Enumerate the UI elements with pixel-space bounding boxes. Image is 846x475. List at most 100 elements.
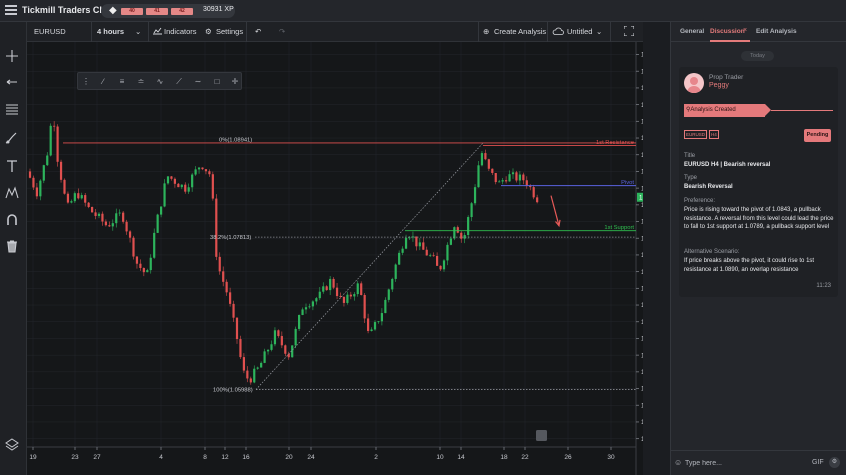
candle-body: [491, 168, 494, 173]
close-icon[interactable]: ×: [743, 27, 747, 34]
candle-body: [28, 171, 32, 178]
candle-body: [439, 265, 442, 270]
crosshair-icon[interactable]: [4, 48, 20, 64]
candle-body: [473, 187, 477, 204]
create-analysis-button[interactable]: Create Analysis: [494, 27, 546, 36]
candle-body: [525, 180, 528, 186]
candle-body: [73, 193, 76, 202]
candle-body: [367, 318, 370, 332]
candle-body: [146, 270, 149, 273]
trend-line-icon[interactable]: ∕: [97, 76, 109, 88]
chevron-down-icon[interactable]: ⌄: [135, 27, 141, 36]
tab-discussion[interactable]: Discussion: [710, 28, 745, 35]
x-tick-label: 14: [457, 454, 465, 461]
candle-body: [84, 195, 87, 203]
candle-body: [87, 202, 90, 207]
indicators-icon[interactable]: [153, 27, 162, 37]
analysis-panel: General Discussion × Edit Analysis Today…: [670, 22, 846, 475]
horizontal-lines-icon[interactable]: [4, 101, 20, 117]
cloud-icon[interactable]: [552, 27, 564, 37]
type-label: Type: [684, 175, 698, 181]
y-tick-label: 1.09200: [641, 119, 643, 126]
magnet-icon[interactable]: [4, 212, 20, 228]
candle-body: [170, 176, 173, 179]
candle-body: [160, 206, 163, 215]
app-title: Tickmill Traders Club: [22, 5, 113, 15]
settings-icon[interactable]: ⚙: [205, 27, 212, 36]
arrow-line-icon[interactable]: [4, 74, 20, 90]
tab-general[interactable]: General: [680, 28, 704, 35]
author-role: Prop Trader: [709, 74, 744, 81]
candle-body: [191, 174, 194, 188]
gif-button[interactable]: GIF: [812, 459, 824, 466]
chart-canvas[interactable]: 1.10000 1.09800 1.09600 1.09400 1.09200 1.090…: [27, 42, 643, 475]
toolbar-divider: [610, 22, 611, 42]
alternative-label: Alternative Scenario:: [684, 249, 740, 255]
brush-icon[interactable]: ∼: [192, 76, 204, 88]
rectangle-icon[interactable]: □: [211, 76, 223, 88]
layers-icon[interactable]: [4, 436, 20, 452]
indicators-button[interactable]: Indicators: [164, 27, 197, 36]
y-tick-label: 1.09400: [641, 102, 643, 109]
candle-body: [235, 317, 239, 340]
candle-body: [446, 244, 449, 261]
attachment-icon[interactable]: ⚙: [829, 457, 840, 468]
symbol-selector[interactable]: EURUSD: [34, 27, 66, 36]
undo-icon[interactable]: ↶: [255, 27, 261, 36]
candle-body: [222, 271, 225, 282]
menu-icon[interactable]: [5, 5, 17, 17]
candle-body: [318, 291, 321, 299]
candle-body: [349, 294, 352, 297]
parallel-channel-icon[interactable]: ≐: [135, 76, 147, 88]
y-tick-label: 1.08000: [641, 219, 643, 226]
candle-body: [156, 214, 159, 233]
trash-icon[interactable]: [4, 238, 20, 254]
tab-edit-analysis[interactable]: Edit Analysis: [756, 28, 797, 35]
fib-retracement-icon[interactable]: ≡: [116, 76, 128, 88]
interval-selector[interactable]: 4 hours: [97, 27, 124, 36]
path-icon[interactable]: ∿: [154, 76, 166, 88]
plus-circle-icon[interactable]: ⊕: [483, 27, 489, 36]
candle-body: [197, 167, 201, 170]
candle-body: [56, 126, 59, 162]
fullscreen-icon[interactable]: [623, 25, 635, 38]
layout-name[interactable]: Untitled: [567, 27, 592, 36]
avatar[interactable]: [684, 73, 704, 93]
candle-body: [249, 378, 252, 383]
message-composer: ☺ GIF ⚙: [671, 450, 846, 475]
candle-body: [215, 198, 218, 257]
candle-body: [201, 167, 204, 170]
author-name[interactable]: Peggy: [709, 82, 729, 89]
pattern-icon[interactable]: [4, 185, 20, 201]
date-separator: Today: [741, 51, 774, 61]
x-tick-label: 27: [93, 454, 101, 461]
candle-body: [70, 201, 73, 203]
analysis-type: Bearish Reversal: [684, 184, 733, 190]
brush-icon[interactable]: [4, 130, 20, 146]
candle-body: [298, 314, 301, 329]
crosshair-icon[interactable]: ✛: [229, 76, 241, 88]
event-marker-icon: [536, 430, 547, 441]
candle-body: [142, 267, 145, 273]
candle-body: [239, 339, 242, 358]
candle-body: [425, 249, 428, 256]
chevron-down-icon[interactable]: ⌄: [596, 27, 602, 36]
candle-body: [108, 225, 111, 227]
candle-body: [484, 153, 487, 160]
candle-body: [177, 183, 180, 188]
candle-body: [467, 217, 470, 236]
price-chart[interactable]: 1.10000 1.09800 1.09600 1.09400 1.09200 1.090…: [27, 42, 643, 475]
settings-button[interactable]: Settings: [216, 27, 243, 36]
line-icon[interactable]: ⟋: [173, 76, 185, 88]
alternative-text: If price breaks above the pivot, it coul…: [684, 258, 815, 273]
xp-progress: ◆ 40 41 42 30931 XP: [101, 4, 235, 18]
message-input[interactable]: [685, 457, 805, 470]
drag-handle-icon[interactable]: ⋮: [80, 76, 92, 88]
emoji-icon[interactable]: ☺: [674, 458, 682, 467]
candle-body: [315, 298, 318, 302]
redo-icon[interactable]: ↷: [279, 27, 285, 36]
candle-body: [49, 125, 52, 156]
candle-body: [53, 125, 56, 127]
fib-trend-line: [255, 142, 484, 390]
text-icon[interactable]: [4, 158, 20, 174]
